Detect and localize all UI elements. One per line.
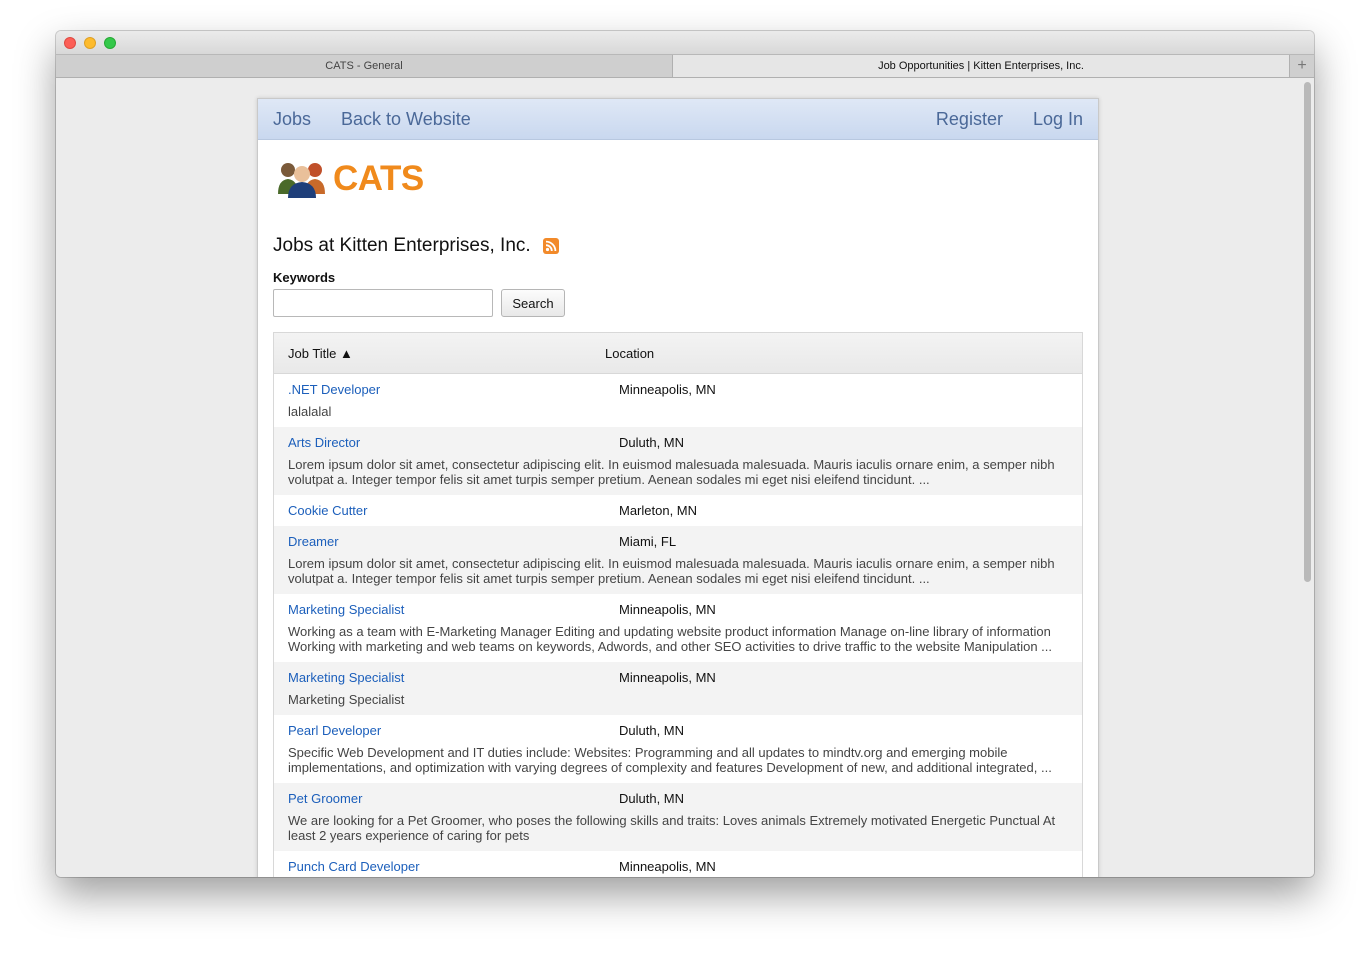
zoom-window-button[interactable]	[104, 37, 116, 49]
top-navbar: Jobs Back to Website Register Log In	[258, 99, 1098, 140]
job-title-link[interactable]: Pearl Developer	[288, 723, 619, 738]
job-location: Duluth, MN	[619, 790, 685, 806]
tab-cats-general[interactable]: CATS - General	[56, 55, 673, 77]
table-row: Marketing Specialist Minneapolis, MN Wor…	[274, 594, 1082, 662]
nav-log-in-link[interactable]: Log In	[1033, 109, 1083, 130]
table-row: .NET Developer Minneapolis, MN lalalalal	[274, 374, 1082, 427]
jobs-table: Job Title ▲ Location .NET Developer Minn…	[273, 332, 1083, 877]
job-location: Minneapolis, MN	[619, 381, 716, 397]
job-location: Minneapolis, MN	[619, 669, 716, 685]
location-column-header[interactable]: Location	[605, 346, 654, 361]
table-row: Pearl Developer Duluth, MN Specific Web …	[274, 715, 1082, 783]
table-row: Dreamer Miami, FL Lorem ipsum dolor sit …	[274, 526, 1082, 594]
table-row: Pet Groomer Duluth, MN We are looking fo…	[274, 783, 1082, 851]
minimize-window-button[interactable]	[84, 37, 96, 49]
job-location: Duluth, MN	[619, 434, 685, 450]
rss-feed-icon[interactable]	[542, 238, 559, 254]
title-bar	[56, 31, 1314, 54]
job-location: Minneapolis, MN	[619, 601, 716, 617]
job-title-link[interactable]: Arts Director	[288, 435, 619, 450]
table-row: Arts Director Duluth, MN Lorem ipsum dol…	[274, 427, 1082, 495]
job-description: Lorem ipsum dolor sit amet, consectetur …	[288, 556, 1055, 586]
people-group-icon	[278, 163, 325, 198]
table-row: Cookie Cutter Marleton, MN	[274, 495, 1082, 526]
job-title-column-header[interactable]: Job Title ▲	[274, 346, 605, 361]
careers-page: Jobs Back to Website Register Log In CAT…	[257, 98, 1099, 877]
search-button[interactable]: Search	[501, 289, 565, 317]
job-title-link[interactable]: Pet Groomer	[288, 791, 619, 806]
page-heading: Jobs at Kitten Enterprises, Inc.	[273, 235, 559, 257]
nav-back-to-website-link[interactable]: Back to Website	[341, 109, 471, 130]
job-title-link[interactable]: Marketing Specialist	[288, 670, 619, 685]
table-row: Marketing Specialist Minneapolis, MN Mar…	[274, 662, 1082, 715]
tab-bar: CATS - General Job Opportunities | Kitte…	[56, 54, 1314, 78]
vertical-scrollbar[interactable]	[1304, 82, 1311, 582]
job-description: Lorem ipsum dolor sit amet, consectetur …	[288, 457, 1055, 487]
job-description: We are looking for a Pet Groomer, who po…	[288, 813, 1056, 843]
nav-jobs-link[interactable]: Jobs	[273, 109, 311, 130]
job-location: Duluth, MN	[619, 722, 685, 738]
job-location: Marleton, MN	[619, 502, 698, 518]
table-row: Punch Card Developer Minneapolis, MN	[274, 851, 1082, 877]
logo-text: CATS	[333, 159, 424, 198]
job-title-link[interactable]: Punch Card Developer	[288, 859, 619, 874]
job-title-link[interactable]: Dreamer	[288, 534, 619, 549]
keywords-input[interactable]	[273, 289, 493, 317]
job-title-link[interactable]: .NET Developer	[288, 382, 619, 397]
job-title-link[interactable]: Cookie Cutter	[288, 503, 619, 518]
job-location: Minneapolis, MN	[619, 858, 716, 874]
job-location: Miami, FL	[619, 533, 677, 549]
job-title-link[interactable]: Marketing Specialist	[288, 602, 619, 617]
job-description: Marketing Specialist	[288, 692, 405, 707]
close-window-button[interactable]	[64, 37, 76, 49]
page-title: Jobs at Kitten Enterprises, Inc.	[273, 235, 531, 256]
nav-register-link[interactable]: Register	[936, 109, 1003, 130]
job-description: lalalalal	[288, 404, 332, 419]
page-viewport: Jobs Back to Website Register Log In CAT…	[56, 78, 1314, 877]
browser-window: CATS - General Job Opportunities | Kitte…	[56, 31, 1314, 877]
job-description: Specific Web Development and IT duties i…	[288, 745, 1052, 775]
table-header: Job Title ▲ Location	[274, 333, 1082, 374]
new-tab-button[interactable]: +	[1290, 55, 1314, 77]
keywords-label: Keywords	[273, 270, 336, 285]
job-description: Working as a team with E-Marketing Manag…	[288, 624, 1052, 654]
cats-logo: CATS	[277, 159, 424, 199]
tab-job-opportunities[interactable]: Job Opportunities | Kitten Enterprises, …	[673, 55, 1290, 77]
